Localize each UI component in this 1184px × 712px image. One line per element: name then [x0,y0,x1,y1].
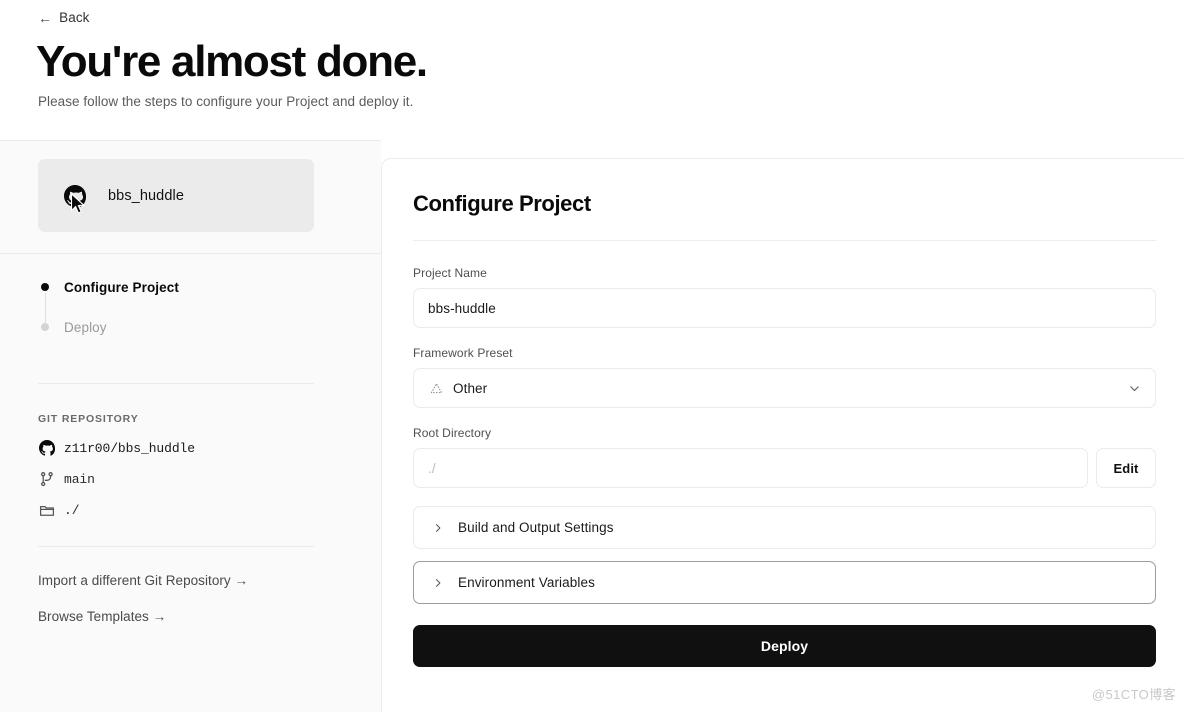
configure-project-panel: Configure Project Project Name Framework… [381,158,1184,712]
git-directory-row: ./ [38,499,338,521]
root-directory-input[interactable] [413,448,1088,488]
step-connector-line [44,293,46,325]
git-repository-heading: GIT REPOSITORY [38,413,139,425]
step-deploy[interactable]: Deploy [38,314,314,340]
other-framework-icon [428,380,444,396]
git-branch-icon [38,471,55,488]
accordion-label: Build and Output Settings [458,520,614,535]
import-different-repo-link[interactable]: Import a different Git Repository → [38,573,248,588]
step-label: Configure Project [64,279,179,295]
page-title: You're almost done. [36,37,428,86]
github-icon [64,184,87,207]
import-project-page: ← Back You're almost done. Please follow… [0,0,1184,712]
git-repo-path: z11r00/bbs_huddle [64,440,195,456]
root-directory-label: Root Directory [413,426,492,440]
chevron-down-icon [1127,381,1141,395]
framework-preset-label: Framework Preset [413,346,513,360]
root-directory-field: Root Directory Edit [413,426,1156,488]
accordion-environment-variables[interactable]: Environment Variables [413,561,1156,604]
framework-preset-field: Framework Preset Other [413,346,1156,408]
folder-icon [38,502,55,519]
accordion-label: Environment Variables [458,575,595,590]
root-directory-row: Edit [413,448,1156,488]
project-name-input[interactable] [413,288,1156,328]
sidebar: bbs_huddle Configure Project Deploy GIT … [0,140,381,712]
accordion-build-output-settings[interactable]: Build and Output Settings [413,506,1156,549]
git-directory-path: ./ [64,502,80,518]
deploy-button[interactable]: Deploy [413,625,1156,667]
git-repository-section: GIT REPOSITORY z11r00/bbs_huddle main ./ [38,413,338,530]
repo-card-name: bbs_huddle [108,187,184,204]
root-directory-edit-button[interactable]: Edit [1096,448,1156,488]
project-name-label: Project Name [413,266,487,280]
sidebar-divider [38,546,314,547]
git-branch-name: main [64,471,95,487]
framework-preset-select[interactable]: Other [413,368,1156,408]
browse-templates-link[interactable]: Browse Templates → [38,609,248,624]
git-repo-row: z11r00/bbs_huddle [38,437,338,459]
arrow-left-icon: ← [38,9,53,26]
project-name-field: Project Name [413,266,1156,328]
git-branch-row: main [38,468,338,490]
sidebar-divider [38,383,314,384]
step-configure-project[interactable]: Configure Project [38,274,314,300]
github-icon [38,440,55,457]
watermark: @51CTO博客 [1091,687,1176,702]
sidebar-divider [0,253,381,254]
framework-preset-value: Other [453,380,488,396]
panel-title: Configure Project [413,191,591,216]
chevron-right-icon [432,577,444,589]
step-list: Configure Project Deploy [38,274,314,340]
sidebar-link-list: Import a different Git Repository → Brow… [38,573,248,645]
step-dot-active-icon [41,283,49,291]
configure-form: Project Name Framework Preset Other [413,266,1156,667]
back-link[interactable]: ← Back [38,10,90,25]
chevron-right-icon [432,522,444,534]
back-link-label: Back [59,10,90,25]
page-subtitle: Please follow the steps to configure you… [38,94,414,109]
step-label: Deploy [64,319,107,335]
selected-repo-card[interactable]: bbs_huddle [38,159,314,232]
panel-divider [413,240,1156,241]
